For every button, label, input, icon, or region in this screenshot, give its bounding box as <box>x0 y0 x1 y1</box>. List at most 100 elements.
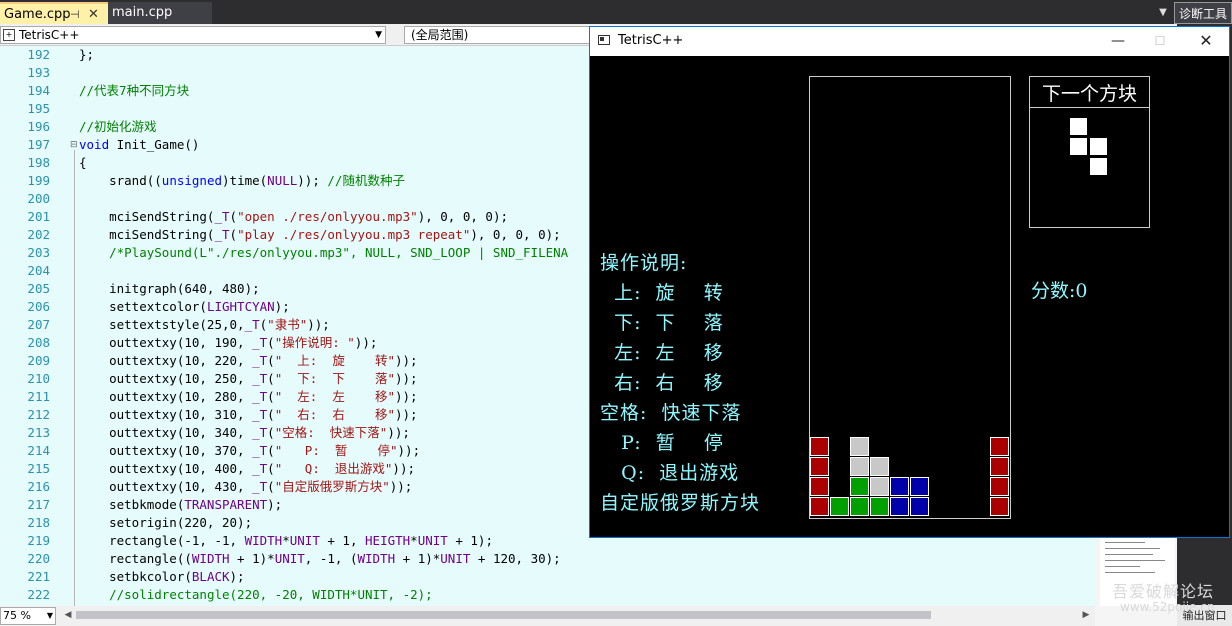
code-line[interactable]: outtextxy(10, 190, _T("操作说明: ")); <box>79 334 377 352</box>
board-block <box>990 457 1009 476</box>
tab-main-cpp[interactable]: main.cpp <box>108 2 212 24</box>
horizontal-scrollbar-thumb[interactable] <box>76 611 931 619</box>
close-icon[interactable]: ✕ <box>88 4 99 26</box>
code-line[interactable]: outtextxy(10, 310, _T(" 右: 右 移")); <box>79 406 417 424</box>
line-number: 196 <box>27 119 50 134</box>
game-window-titlebar[interactable] <box>589 26 1230 56</box>
next-piece-block <box>1089 137 1108 156</box>
window-title: TetrisC++ <box>618 33 684 48</box>
code-line[interactable]: mciSendString(_T("open ./res/onlyyou.mp3… <box>79 208 508 226</box>
board-block <box>810 497 829 516</box>
project-dropdown[interactable]: + TetrisC++ ▼ <box>0 26 386 44</box>
line-number: 206 <box>27 299 50 314</box>
scroll-right-icon[interactable]: ▶ <box>1080 608 1092 622</box>
code-line[interactable]: srand((unsigned)time(NULL)); //随机数种子 <box>79 172 405 190</box>
line-number: 193 <box>27 65 50 80</box>
instruction-line: 右: 右 移 <box>600 372 724 394</box>
next-piece-block <box>1069 117 1088 136</box>
code-line[interactable]: //solidrectangle(220, -20, WIDTH*UNIT, -… <box>79 586 433 604</box>
board-block <box>870 497 889 516</box>
board-block <box>850 497 869 516</box>
instruction-line: Q: 退出游戏 <box>600 462 740 484</box>
line-number: 220 <box>27 551 50 566</box>
maximize-button[interactable]: ☐ <box>1150 30 1170 52</box>
line-number: 204 <box>27 263 50 278</box>
code-line[interactable]: outtextxy(10, 400, _T(" Q: 退出游戏")); <box>79 460 415 478</box>
line-number: 218 <box>27 515 50 530</box>
code-line[interactable]: outtextxy(10, 430, _T("自定版俄罗斯方块")); <box>79 478 412 496</box>
line-number: 222 <box>27 587 50 602</box>
code-line[interactable]: void Init_Game() <box>79 136 199 154</box>
zoom-dropdown[interactable]: 75 % ▼ <box>0 607 56 625</box>
board-block <box>810 477 829 496</box>
collapse-icon[interactable]: ⊟ <box>70 140 78 150</box>
board-block <box>870 457 889 476</box>
minimize-button[interactable]: — <box>1108 30 1128 52</box>
minimap-line <box>1105 566 1140 567</box>
code-line[interactable]: //代表7种不同方块 <box>79 82 189 100</box>
code-line[interactable]: setbkmode(TRANSPARENT); <box>79 496 282 514</box>
line-number: 217 <box>27 497 50 512</box>
instruction-line: 空格: 快速下落 <box>600 402 742 424</box>
line-number: 192 <box>27 47 50 62</box>
board-block <box>870 477 889 496</box>
line-number: 199 <box>27 173 50 188</box>
code-line[interactable]: settextcolor(LIGHTCYAN); <box>79 298 290 316</box>
tab-label: main.cpp <box>112 5 173 20</box>
board-block <box>990 477 1009 496</box>
code-line[interactable]: outtextxy(10, 370, _T(" P: 暂 停")); <box>79 442 420 460</box>
code-line[interactable]: settextstyle(25,0,_T("隶书")); <box>79 316 330 334</box>
minimap-line <box>1105 572 1155 573</box>
line-number: 219 <box>27 533 50 548</box>
board-block <box>990 437 1009 456</box>
diagnostic-tools-tab[interactable]: 诊断工具 <box>1174 2 1232 24</box>
code-line[interactable]: initgraph(640, 480); <box>79 280 260 298</box>
code-line[interactable]: outtextxy(10, 220, _T(" 上: 旋 转")); <box>79 352 417 370</box>
line-number: 216 <box>27 479 50 494</box>
code-line[interactable]: outtextxy(10, 250, _T(" 下: 下 落")); <box>79 370 417 388</box>
close-button[interactable]: ✕ <box>1195 30 1217 52</box>
chevron-down-icon[interactable]: ▼ <box>1156 6 1170 20</box>
instruction-line: P: 暂 停 <box>600 432 724 454</box>
line-number: 209 <box>27 353 50 368</box>
fold-guide-line <box>74 150 75 606</box>
window-app-icon <box>598 35 610 45</box>
scroll-left-icon[interactable]: ◀ <box>62 608 74 622</box>
next-piece-block <box>1089 157 1108 176</box>
code-line[interactable]: outtextxy(10, 340, _T("空格: 快速下落")); <box>79 424 410 442</box>
tab-game-cpp[interactable]: Game.cpp ⊣ ✕ <box>0 2 108 24</box>
line-number: 215 <box>27 461 50 476</box>
chevron-down-icon: ▼ <box>46 611 53 620</box>
pin-icon[interactable]: ⊣ <box>70 4 80 26</box>
code-line[interactable]: outtextxy(10, 280, _T(" 左: 左 移")); <box>79 388 417 406</box>
line-number: 203 <box>27 245 50 260</box>
code-line[interactable]: setorigin(220, 20); <box>79 514 252 532</box>
scope-dropdown[interactable]: (全局范围) <box>404 26 590 44</box>
instruction-line: 自定版俄罗斯方块 <box>600 492 761 514</box>
tab-label: Game.cpp <box>4 7 71 22</box>
watermark-url: www.52pojie.cn <box>1120 600 1215 614</box>
code-line[interactable]: setbkcolor(BLACK); <box>79 568 245 586</box>
line-number: 201 <box>27 209 50 224</box>
instruction-line: 下: 下 落 <box>600 312 724 334</box>
code-line[interactable]: }; <box>79 46 94 64</box>
project-label: TetrisC++ <box>19 28 80 42</box>
instruction-line: 上: 旋 转 <box>600 282 724 304</box>
code-line[interactable]: rectangle(-1, -1, WIDTH*UNIT + 1, HEIGTH… <box>79 532 493 550</box>
code-line[interactable]: rectangle((WIDTH + 1)*UNIT, -1, (WIDTH +… <box>79 550 561 568</box>
code-line[interactable]: mciSendString(_T("play ./res/onlyyou.mp3… <box>79 226 561 244</box>
minimap-line <box>1105 554 1153 555</box>
code-line[interactable]: /*PlaySound(L"./res/onlyyou.mp3", NULL, … <box>79 244 568 262</box>
board-block <box>810 437 829 456</box>
instruction-line: 左: 左 移 <box>600 342 724 364</box>
line-number: 205 <box>27 281 50 296</box>
line-number: 194 <box>27 83 50 98</box>
code-line[interactable]: { <box>79 154 87 172</box>
code-line[interactable]: //初始化游戏 <box>79 118 157 136</box>
project-icon: + <box>3 29 15 41</box>
board-block <box>850 437 869 456</box>
line-number: 200 <box>27 191 50 206</box>
board-block <box>850 457 869 476</box>
board-block <box>910 477 929 496</box>
board-block <box>810 457 829 476</box>
